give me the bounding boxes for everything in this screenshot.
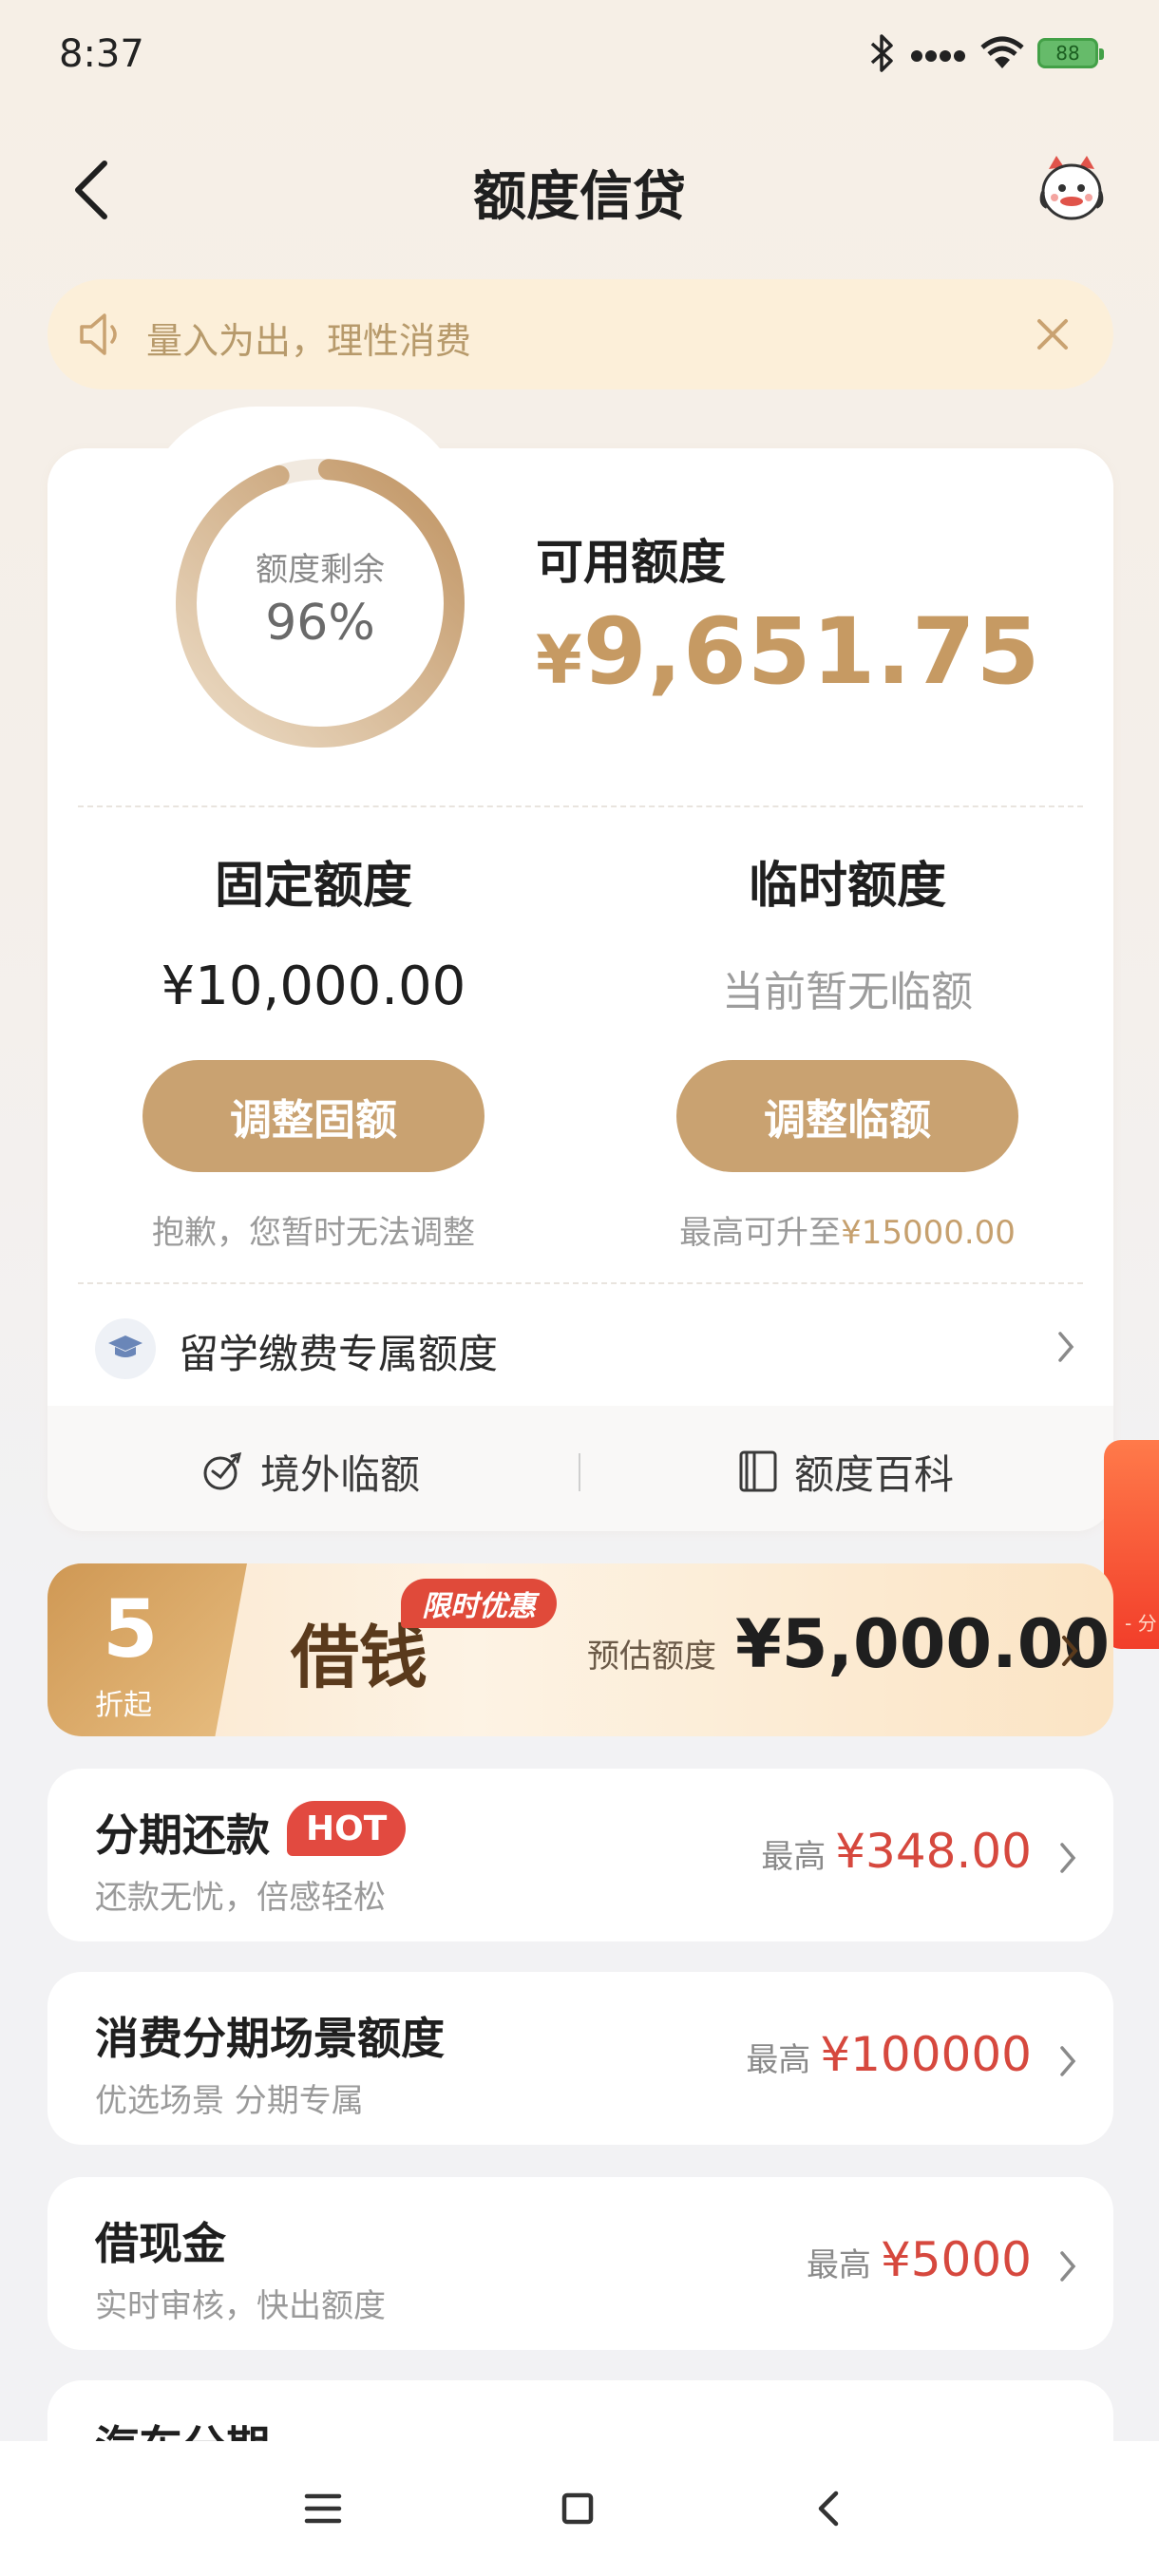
chevron-right-icon — [1060, 1843, 1076, 1873]
link-separator — [579, 1453, 580, 1491]
currency-symbol: ¥ — [536, 621, 583, 699]
chevron-right-icon — [1060, 2046, 1076, 2076]
system-nav-bar — [0, 2441, 1159, 2576]
notice-text: 量入为出，理性消费 — [146, 320, 472, 362]
product-title: 消费分期场景额度 — [95, 2013, 445, 2064]
borrow-banner[interactable]: 5 折起 借钱 限时优惠 预估额度 ¥5,000.00 — [48, 1563, 1113, 1736]
study-abroad-label: 留学缴费专属额度 — [179, 1331, 499, 1377]
product-max-amount: 最高 ¥348.00 — [761, 1824, 1032, 1879]
fixed-credit-amount: ¥10,000.00 — [161, 956, 466, 1017]
estimate-amount: ¥5,000.00 — [735, 1605, 1111, 1683]
product-subtitle: 优选场景 分期专属 — [95, 2082, 364, 2120]
fixed-credit-title: 固定额度 — [214, 858, 412, 915]
side-tab-text: - 分 — [1125, 1612, 1157, 1635]
notice-close-button[interactable] — [1024, 306, 1081, 363]
signal-dots-icon — [911, 50, 965, 62]
product-title: 借现金 — [95, 2218, 226, 2269]
product-max-amount: 最高 ¥100000 — [746, 2027, 1032, 2082]
graduation-cap-icon — [95, 1318, 156, 1379]
battery-icon: 88 — [1037, 38, 1104, 68]
fixed-adjust-hint: 抱歉，您暂时无法调整 — [152, 1214, 475, 1252]
chevron-right-icon — [1062, 1636, 1078, 1666]
product-card-installment-repay[interactable]: 分期还款 HOT 还款无忧，倍感轻松 最高 ¥348.00 — [48, 1769, 1113, 1941]
max-label: 最高 — [806, 2246, 871, 2284]
divider — [78, 805, 1083, 807]
close-icon — [1037, 319, 1068, 350]
overseas-temp-credit-label: 境外临额 — [260, 1450, 421, 1498]
bluetooth-icon — [870, 34, 893, 72]
product-subtitle: 实时审核，快出额度 — [95, 2287, 386, 2325]
square-home-icon — [561, 2492, 594, 2525]
product-subtitle: 还款无忧，倍感轻松 — [95, 1879, 386, 1917]
notice-banner: 量入为出，理性消费 — [48, 279, 1113, 389]
overseas-temp-credit-link[interactable]: 境外临额 — [200, 1438, 420, 1505]
nav-back-icon — [818, 2491, 839, 2527]
limited-offer-tag: 限时优惠 — [401, 1579, 557, 1628]
chevron-right-icon — [1058, 1332, 1074, 1362]
chevron-right-icon — [1060, 2251, 1076, 2282]
temp-hint-amount: ¥15000.00 — [841, 1214, 1016, 1252]
max-label: 最高 — [746, 2041, 811, 2079]
globe-plane-icon — [203, 1451, 242, 1490]
temp-credit-title: 临时额度 — [748, 858, 946, 915]
available-credit-amount: ¥9,651.75 — [536, 598, 1040, 705]
product-max-amount: 最高 ¥5000 — [807, 2232, 1032, 2287]
ring-percent: 96% — [265, 595, 375, 652]
max-amount: ¥348.00 — [835, 1824, 1032, 1879]
discount-number: 5 — [103, 1582, 159, 1676]
remaining-ring: 额度剩余 96% — [169, 452, 471, 754]
temp-credit-status: 当前暂无临额 — [722, 968, 973, 1016]
home-button[interactable] — [540, 2475, 616, 2542]
study-abroad-credit-row[interactable]: 留学缴费专属额度 — [48, 1301, 1113, 1396]
book-icon — [739, 1450, 777, 1492]
credit-wiki-link[interactable]: 额度百科 — [737, 1438, 954, 1505]
divider — [78, 1282, 1083, 1284]
max-amount: ¥100000 — [820, 2027, 1032, 2082]
wifi-icon — [980, 36, 1024, 68]
header: 额度信贷 — [0, 133, 1159, 247]
menu-button[interactable] — [285, 2475, 361, 2542]
credit-wiki-label: 额度百科 — [794, 1450, 955, 1498]
speaker-icon — [80, 313, 117, 355]
hot-badge: HOT — [287, 1801, 407, 1856]
estimate-label: 预估额度 — [587, 1638, 716, 1676]
temp-hint-prefix: 最高可升至 — [679, 1214, 842, 1252]
page-title: 额度信贷 — [473, 166, 686, 228]
ring-label: 额度剩余 — [256, 551, 385, 589]
adjust-fixed-button[interactable]: 调整固额 — [142, 1060, 484, 1172]
temp-adjust-hint: 最高可升至¥15000.00 — [629, 1206, 1066, 1253]
available-credit-title: 可用额度 — [536, 535, 726, 590]
product-card-consumer-installment[interactable]: 消费分期场景额度 优选场景 分期专属 最高 ¥100000 — [48, 1972, 1113, 2145]
nav-back-button[interactable] — [790, 2475, 866, 2542]
menu-icon — [304, 2493, 342, 2524]
status-time: 8:37 — [59, 32, 144, 76]
assistant-mascot-icon[interactable] — [1032, 150, 1112, 230]
max-amount: ¥5000 — [880, 2232, 1032, 2287]
product-title: 分期还款 — [95, 1809, 270, 1861]
available-amount-value: 9,651.75 — [582, 598, 1041, 705]
status-bar: 8:37 88 — [0, 0, 1159, 114]
max-label: 最高 — [761, 1838, 826, 1876]
adjust-temp-button[interactable]: 调整临额 — [676, 1060, 1018, 1172]
discount-subtext: 折起 — [95, 1689, 152, 1722]
product-card-cash-loan[interactable]: 借现金 实时审核，快出额度 最高 ¥5000 — [48, 2177, 1113, 2350]
status-icons: 88 — [868, 32, 1104, 74]
